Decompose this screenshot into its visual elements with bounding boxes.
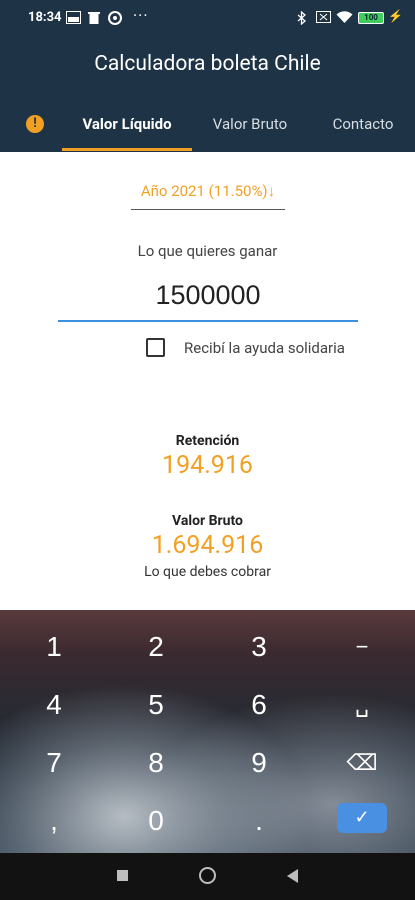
battery-icon: 100 <box>358 12 384 24</box>
year-select-value: Año 2021 (11.50%) <box>140 182 268 200</box>
ayuda-solidaria-checkbox[interactable] <box>146 338 165 357</box>
key-9[interactable]: 9 <box>229 738 289 788</box>
key-0[interactable]: 0 <box>126 796 186 846</box>
status-bar: 18:34 ··· 100 ⚡ <box>0 0 415 34</box>
key-8[interactable]: 8 <box>126 738 186 788</box>
key-1[interactable]: 1 <box>24 622 84 672</box>
key-2[interactable]: 2 <box>126 622 186 672</box>
retention-value: 194.916 <box>162 451 253 480</box>
tab-bar: Valor Líquido Valor Bruto Contacto <box>0 104 415 152</box>
app-bar: Calculadora boleta Chile ! Valor Líquido… <box>0 34 415 152</box>
home-icon[interactable] <box>199 867 216 884</box>
more-icon: ··· <box>133 6 149 25</box>
key-5[interactable]: 5 <box>126 680 186 730</box>
trash-icon <box>88 11 100 28</box>
tab-valor-liquido[interactable]: Valor Líquido <box>62 104 192 152</box>
gross-label: Valor Bruto <box>172 513 243 529</box>
gross-subtitle: Lo que debes cobrar <box>144 564 271 580</box>
tab-valor-bruto[interactable]: Valor Bruto <box>198 104 302 152</box>
ayuda-solidaria-label: Recibí la ayuda solidaria <box>184 339 345 357</box>
navigation-bar <box>0 853 415 900</box>
key-period[interactable]: . <box>229 796 289 846</box>
gross-value: 1.694.916 <box>151 531 264 560</box>
input-label: Lo que quieres ganar <box>137 242 278 260</box>
key-3[interactable]: 3 <box>229 622 289 672</box>
arrow-down-icon: ↓ <box>267 182 276 200</box>
sim-icon <box>316 11 331 27</box>
bluetooth-icon <box>297 10 306 29</box>
done-check-icon[interactable]: ✓ <box>337 803 387 833</box>
charging-icon: ⚡ <box>388 9 403 23</box>
image-icon <box>66 11 81 28</box>
status-time: 18:34 <box>28 10 62 25</box>
app-title: Calculadora boleta Chile <box>94 52 321 76</box>
retention-label: Retención <box>175 433 240 449</box>
space-key[interactable]: ␣ <box>332 680 392 730</box>
key-7[interactable]: 7 <box>24 738 84 788</box>
key-6[interactable]: 6 <box>229 680 289 730</box>
key-minus[interactable]: − <box>332 622 392 672</box>
amount-input[interactable] <box>58 270 358 322</box>
key-comma[interactable]: , <box>24 796 84 846</box>
settings-icon <box>108 11 122 29</box>
key-4[interactable]: 4 <box>24 680 84 730</box>
tab-indicator <box>62 148 192 151</box>
recents-icon[interactable] <box>117 870 128 881</box>
back-icon[interactable] <box>287 869 298 883</box>
year-select[interactable]: Año 2021 (11.50%)↓ <box>131 178 285 210</box>
wifi-icon <box>336 11 353 28</box>
tab-contacto[interactable]: Contacto <box>318 104 408 152</box>
backspace-icon[interactable]: ⌫ <box>332 738 392 788</box>
